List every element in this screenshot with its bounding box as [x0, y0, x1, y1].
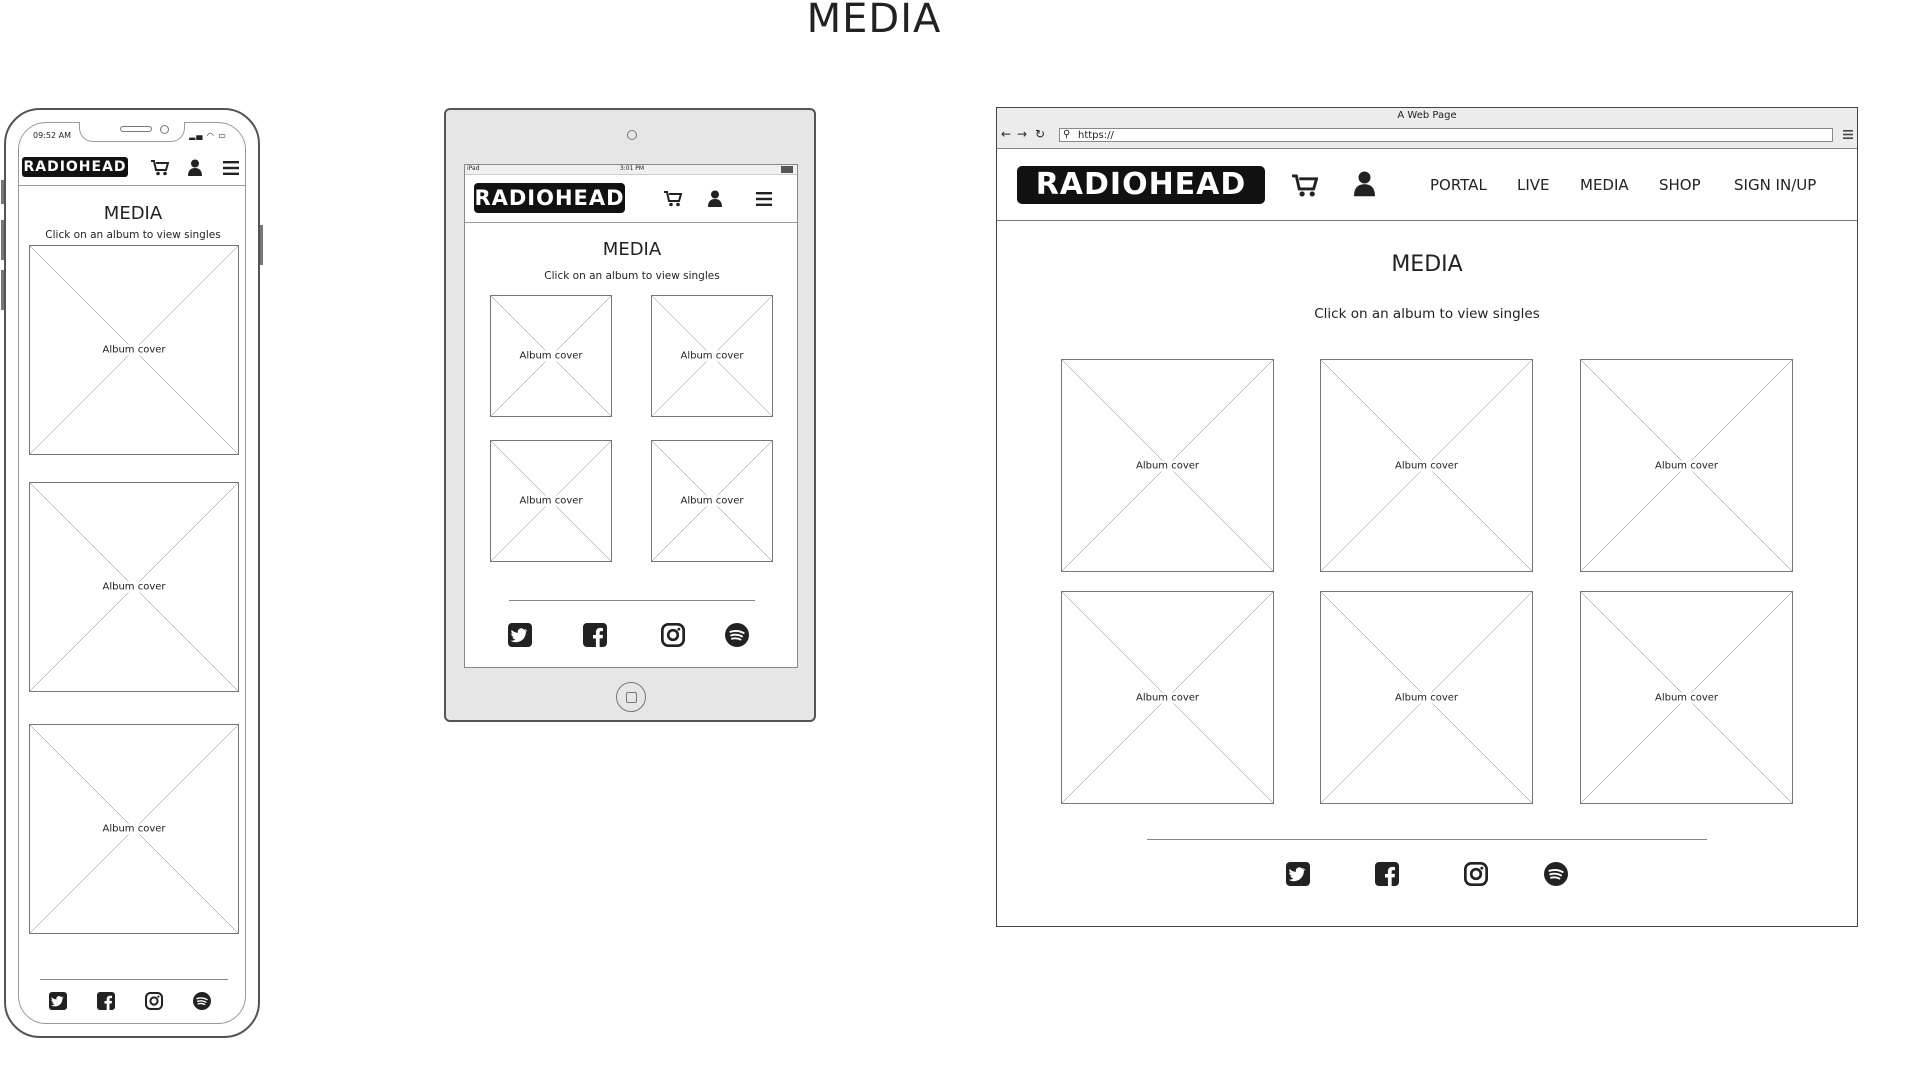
album-cover-1[interactable]: Album cover [1061, 359, 1274, 572]
album-cover-4[interactable]: Album cover [651, 440, 773, 562]
subtitle: Click on an album to view singles [544, 270, 720, 282]
status-time: 09:52 AM [33, 131, 71, 140]
phone-side-button [1, 180, 4, 204]
section-title: MEDIA [103, 203, 163, 224]
twitter-icon[interactable] [508, 623, 532, 647]
subtitle: Click on an album to view singles [45, 229, 221, 241]
browser-menu-icon[interactable] [1843, 130, 1853, 139]
album-cover-label: Album cover [1652, 460, 1721, 471]
reload-icon[interactable]: ↻ [1035, 127, 1045, 141]
search-icon: ⚲ [1063, 129, 1071, 140]
brand-logo[interactable]: RADIOHEAD [1017, 166, 1265, 204]
browser-mockup: A Web Page ← → ↻ ⚲ https:// RADIOHEAD PO… [996, 107, 1858, 927]
facebook-icon[interactable] [583, 623, 607, 647]
spotify-icon[interactable] [725, 623, 749, 647]
footer-divider [40, 979, 228, 980]
nav-link-shop[interactable]: SHOP [1659, 176, 1701, 194]
header-divider [997, 220, 1857, 221]
album-cover-4[interactable]: Album cover [1061, 591, 1274, 804]
instagram-icon[interactable] [145, 992, 163, 1010]
spotify-icon[interactable] [193, 992, 211, 1010]
album-cover-label: Album cover [678, 350, 746, 362]
browser-toolbar: ← → ↻ ⚲ https:// [997, 124, 1857, 149]
phone-volume-down [1, 270, 4, 310]
album-cover-2[interactable]: Album cover [29, 482, 239, 692]
status-time: 3:01 PM [619, 165, 645, 172]
brand-logo[interactable]: RADIOHEAD [22, 157, 128, 177]
instagram-icon[interactable] [1464, 862, 1488, 886]
album-cover-2[interactable]: Album cover [1320, 359, 1533, 572]
tablet-screen: iPad 3:01 PM RADIOHEAD MEDIA Click on an… [464, 164, 798, 668]
album-cover-5[interactable]: Album cover [1320, 591, 1533, 804]
album-cover-label: Album cover [1392, 692, 1461, 703]
album-cover-label: Album cover [1392, 460, 1461, 471]
phone-notch [79, 122, 185, 142]
footer-divider [1147, 839, 1707, 840]
twitter-icon[interactable] [49, 992, 67, 1010]
phone-screen: 09:52 AM ▂▄ ◠ ▭ RADIOHEAD MEDIA Click on… [18, 122, 246, 1024]
album-cover-3[interactable]: Album cover [490, 440, 612, 562]
cart-icon[interactable] [1292, 174, 1318, 198]
hamburger-menu-icon[interactable] [223, 161, 239, 175]
cart-icon[interactable] [151, 160, 169, 176]
cart-icon[interactable] [664, 191, 682, 207]
nav-link-media[interactable]: MEDIA [1580, 176, 1629, 194]
album-cover-6[interactable]: Album cover [1580, 591, 1793, 804]
album-cover-label: Album cover [100, 581, 168, 593]
twitter-icon[interactable] [1286, 862, 1310, 886]
facebook-icon[interactable] [1375, 862, 1399, 886]
nav-link-sign-in-up[interactable]: SIGN IN/UP [1734, 176, 1816, 194]
user-icon[interactable] [708, 190, 722, 207]
album-cover-label: Album cover [1133, 692, 1202, 703]
user-icon[interactable] [1354, 170, 1375, 197]
hamburger-menu-icon[interactable] [756, 192, 772, 206]
album-cover-3[interactable]: Album cover [29, 724, 239, 934]
album-cover-1[interactable]: Album cover [29, 245, 239, 455]
album-cover-2[interactable]: Album cover [651, 295, 773, 417]
browser-window-title: A Web Page [997, 108, 1857, 125]
header-divider [465, 222, 797, 223]
nav-link-live[interactable]: LIVE [1517, 176, 1550, 194]
album-cover-label: Album cover [517, 495, 585, 507]
tablet-camera [627, 130, 637, 140]
user-icon[interactable] [188, 159, 202, 176]
tablet-mockup: iPad 3:01 PM RADIOHEAD MEDIA Click on an… [444, 108, 816, 722]
spotify-icon[interactable] [1544, 862, 1568, 886]
front-camera [160, 125, 169, 134]
album-cover-label: Album cover [100, 344, 168, 356]
subtitle: Click on an album to view singles [1314, 306, 1540, 322]
album-cover-label: Album cover [1652, 692, 1721, 703]
instagram-icon[interactable] [661, 623, 685, 647]
nav-link-portal[interactable]: PORTAL [1430, 176, 1487, 194]
forward-arrow-icon[interactable]: → [1017, 127, 1027, 141]
album-cover-label: Album cover [1133, 460, 1202, 471]
section-title: MEDIA [602, 239, 662, 260]
status-indicators: ▂▄ ◠ ▭ [189, 131, 227, 140]
facebook-icon[interactable] [97, 992, 115, 1010]
album-cover-3[interactable]: Album cover [1580, 359, 1793, 572]
speaker-grill [120, 126, 152, 132]
album-cover-label: Album cover [517, 350, 585, 362]
album-cover-label: Album cover [100, 823, 168, 835]
section-title: MEDIA [1391, 252, 1463, 277]
album-cover-1[interactable]: Album cover [490, 295, 612, 417]
header-divider [19, 185, 245, 186]
album-cover-label: Album cover [678, 495, 746, 507]
phone-volume-up [1, 220, 4, 260]
url-text: https:// [1078, 130, 1114, 141]
phone-mockup: 09:52 AM ▂▄ ◠ ▭ RADIOHEAD MEDIA Click on… [1, 108, 263, 1038]
brand-logo[interactable]: RADIOHEAD [474, 183, 625, 213]
page-title: MEDIA [806, 0, 942, 42]
home-button[interactable] [616, 682, 646, 712]
footer-divider [509, 600, 755, 601]
phone-power-button [260, 225, 263, 265]
url-bar[interactable]: ⚲ https:// [1059, 128, 1833, 142]
back-arrow-icon[interactable]: ← [1001, 127, 1011, 141]
battery-icon [781, 166, 793, 173]
